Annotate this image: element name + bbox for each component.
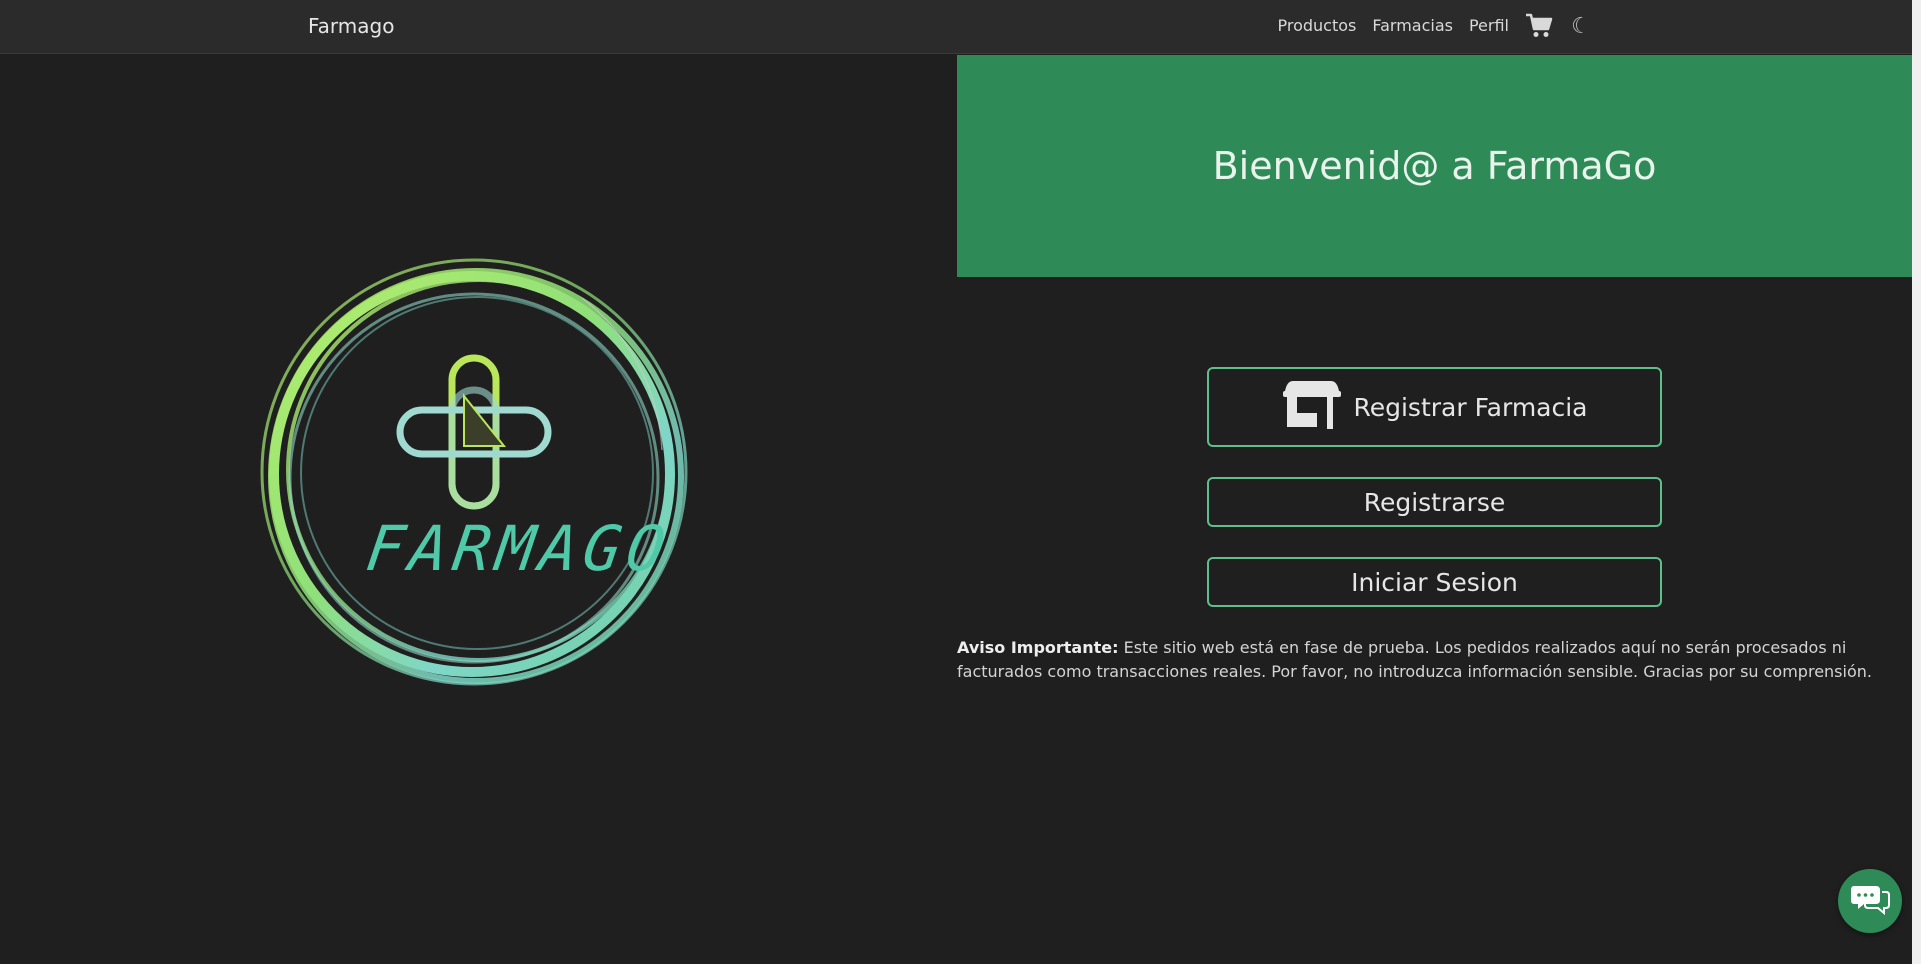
hero-title: Bienvenid@ a FarmaGo bbox=[1212, 144, 1657, 188]
nav-link-productos[interactable]: Productos bbox=[1277, 12, 1356, 40]
page: Farmago Productos Farmacias Perfil ☾ FAR… bbox=[0, 0, 1912, 964]
hero-banner: Bienvenid@ a FarmaGo bbox=[957, 55, 1912, 277]
scrollbar[interactable] bbox=[1912, 0, 1921, 964]
nav-link-farmacias[interactable]: Farmacias bbox=[1372, 12, 1453, 40]
notice-label: Aviso Importante: bbox=[957, 638, 1119, 657]
moon-icon[interactable]: ☾ bbox=[1569, 14, 1593, 39]
important-notice: Aviso Importante: Este sitio web está en… bbox=[957, 636, 1887, 684]
nav-link-perfil[interactable]: Perfil bbox=[1469, 12, 1509, 40]
navbar: Farmago Productos Farmacias Perfil ☾ bbox=[0, 0, 1912, 54]
chat-button[interactable] bbox=[1838, 869, 1902, 933]
register-pharmacy-button[interactable]: Registrar Farmacia bbox=[1207, 367, 1662, 447]
brand-link[interactable]: Farmago bbox=[308, 14, 394, 38]
chat-icon bbox=[1850, 882, 1890, 920]
farmago-logo: FARMAGO bbox=[252, 250, 712, 710]
login-button[interactable]: Iniciar Sesion bbox=[1207, 557, 1662, 607]
logo-wordmark: FARMAGO bbox=[361, 512, 676, 585]
nav-links: Productos Farmacias Perfil ☾ bbox=[1277, 12, 1593, 40]
store-icon bbox=[1281, 379, 1343, 435]
register-button[interactable]: Registrarse bbox=[1207, 477, 1662, 527]
register-pharmacy-label: Registrar Farmacia bbox=[1353, 392, 1588, 422]
cart-icon[interactable] bbox=[1525, 13, 1553, 39]
